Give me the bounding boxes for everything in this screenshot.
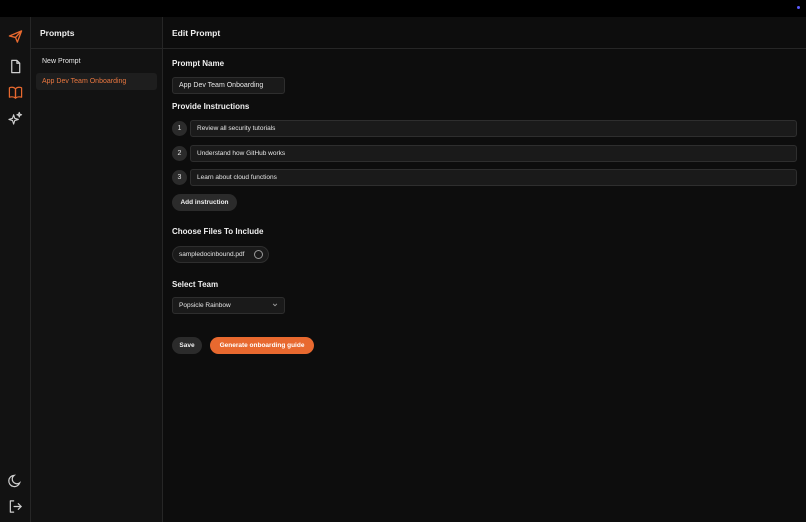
edit-prompt-panel: Edit Prompt Prompt Name App Dev Team Onb… xyxy=(163,17,806,522)
logout-icon[interactable] xyxy=(7,498,24,515)
save-button[interactable]: Save xyxy=(172,337,202,354)
files-label: Choose Files To Include xyxy=(172,227,264,236)
team-select[interactable]: Popsicle Rainbow xyxy=(172,297,285,314)
page-title: Edit Prompt xyxy=(172,28,221,38)
instruction-row: 1 Review all security tutorials xyxy=(172,120,797,137)
moon-icon[interactable] xyxy=(7,472,24,489)
team-select-value: Popsicle Rainbow xyxy=(179,302,231,309)
instruction-number: 3 xyxy=(172,170,187,185)
status-dot xyxy=(797,6,800,9)
add-instruction-button[interactable]: Add instruction xyxy=(172,194,237,211)
sidebar-item-app-dev-team-onboarding[interactable]: App Dev Team Onboarding xyxy=(36,73,157,90)
file-name: sampledocinbound.pdf xyxy=(179,251,245,258)
chevron-down-icon xyxy=(272,303,278,307)
document-icon[interactable] xyxy=(7,58,24,75)
instruction-number: 1 xyxy=(172,121,187,136)
generate-guide-button[interactable]: Generate onboarding guide xyxy=(210,337,314,354)
prompts-sidebar: Prompts New Prompt App Dev Team Onboardi… xyxy=(31,17,163,522)
top-bar xyxy=(0,0,806,17)
team-label: Select Team xyxy=(172,280,219,289)
file-chip[interactable]: sampledocinbound.pdf xyxy=(172,246,269,263)
instruction-row: 3 Learn about cloud functions xyxy=(172,169,797,186)
instruction-input[interactable]: Understand how GitHub works xyxy=(190,145,797,162)
icon-rail xyxy=(0,17,31,522)
book-icon[interactable] xyxy=(7,84,24,101)
file-select-radio[interactable] xyxy=(254,250,263,259)
instruction-row: 2 Understand how GitHub works xyxy=(172,145,797,162)
instruction-input[interactable]: Learn about cloud functions xyxy=(190,169,797,186)
prompt-name-label: Prompt Name xyxy=(172,59,225,68)
header-divider xyxy=(163,48,806,49)
sidebar-divider xyxy=(31,48,163,49)
paper-plane-icon[interactable] xyxy=(7,28,24,45)
new-prompt-link[interactable]: New Prompt xyxy=(42,58,81,65)
instruction-input[interactable]: Review all security tutorials xyxy=(190,120,797,137)
instructions-label: Provide Instructions xyxy=(172,102,250,111)
sparkles-icon[interactable] xyxy=(7,110,24,127)
instruction-number: 2 xyxy=(172,146,187,161)
sidebar-title: Prompts xyxy=(40,28,75,38)
prompt-name-input[interactable]: App Dev Team Onboarding xyxy=(172,77,285,94)
